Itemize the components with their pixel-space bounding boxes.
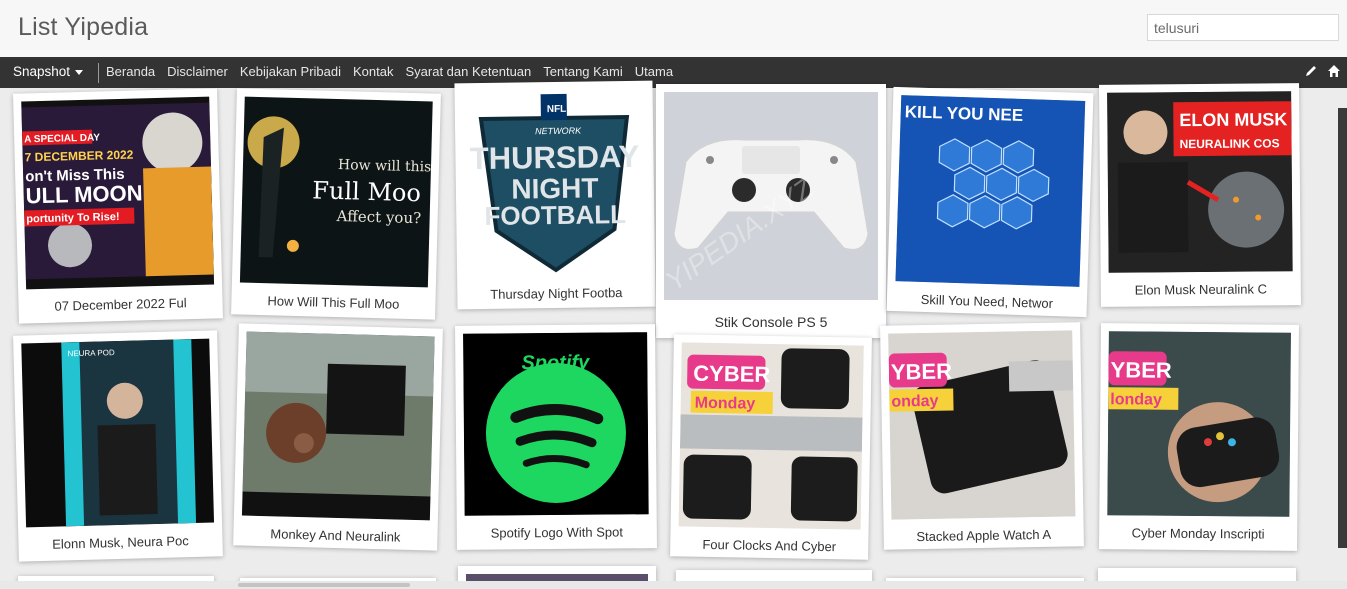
svg-text:ULL MOON: ULL MOON	[25, 180, 143, 208]
nav-link-kebijakan-pribadi[interactable]: Kebijakan Pribadi	[240, 64, 341, 79]
photo-card[interactable]: NFL NETWORK THURSDAY NIGHT FOOTBALL Thur…	[454, 80, 656, 310]
nav-link-utama[interactable]: Utama	[635, 64, 673, 79]
svg-text:Affect you?: Affect you?	[335, 207, 421, 227]
card-image-text: A SPECIAL DAY	[24, 132, 100, 145]
card-caption: Stacked Apple Watch A	[916, 526, 1052, 545]
scrollbar-thumb[interactable]	[238, 583, 410, 587]
home-icon[interactable]	[1327, 64, 1341, 78]
photo-card[interactable]: A SPECIAL DAY 7 DECEMBER 2022 on't Miss …	[13, 88, 223, 324]
pencil-icon[interactable]	[1304, 64, 1318, 78]
nav-link-tentang-kami[interactable]: Tentang Kami	[543, 64, 623, 79]
card-caption: Cyber Monday Inscripti	[1131, 525, 1265, 542]
card-caption: Monkey And Neuralink	[270, 526, 401, 545]
svg-text:onday: onday	[891, 393, 939, 411]
caret-down-icon	[75, 70, 84, 75]
card-image: CYBER Monday	[678, 342, 864, 530]
site-title[interactable]: List Yipedia	[18, 13, 148, 42]
card-caption: 07 December 2022 Ful	[54, 295, 187, 314]
card-image: YIPEDIA.XYZ	[664, 92, 878, 300]
photo-card[interactable]: YBER onday Stacked Apple Watch A	[880, 322, 1084, 550]
card-caption: Elonn Musk, Neura Poc	[52, 533, 189, 552]
card-caption: Skill You Need, Networ	[920, 291, 1054, 312]
photo-card[interactable]: CYBER Monday Four Clocks And Cyber	[670, 334, 872, 560]
card-image-text: Spotify	[521, 352, 590, 375]
card-image: Spotify	[463, 332, 649, 516]
card-image-text: NFL	[547, 104, 567, 115]
card-image: ELON MUSK NEURALINK COS	[1107, 91, 1293, 273]
card-image-text: KILL YOU NEE	[904, 102, 1023, 125]
svg-text:FOOTBALL: FOOTBALL	[484, 199, 626, 231]
card-caption: Thursday Night Footba	[490, 285, 623, 302]
card-image: YBER onday	[888, 330, 1076, 520]
card-image-text: How will this	[338, 157, 432, 175]
card-caption: Spotify Logo With Spot	[490, 524, 624, 541]
horizontal-scrollbar[interactable]	[0, 581, 1347, 589]
photo-card[interactable]: NEURA POD Elonn Musk, Neura Poc	[13, 330, 223, 562]
photo-card[interactable]: YBER londay Cyber Monday Inscripti	[1099, 323, 1299, 551]
nav-link-syarat-dan-ketentuan[interactable]: Syarat dan Ketentuan	[406, 64, 532, 79]
svg-text:NEURALINK COS: NEURALINK COS	[1179, 136, 1279, 151]
nav-link-beranda[interactable]: Beranda	[106, 64, 155, 79]
card-caption: How Will This Full Moo	[267, 293, 400, 312]
card-image-text: YBER	[1110, 357, 1171, 383]
nav-link-disclaimer[interactable]: Disclaimer	[167, 64, 228, 79]
snapshot-dropdown[interactable]: Snapshot	[13, 64, 84, 79]
card-image: YBER londay	[1107, 331, 1291, 517]
card-image: KILL YOU NEE	[895, 95, 1086, 287]
nav-link-kontak[interactable]: Kontak	[353, 64, 393, 79]
card-image: A SPECIAL DAY 7 DECEMBER 2022 on't Miss …	[21, 96, 215, 290]
photo-card[interactable]: KILL YOU NEE Skill You Need, Networ	[886, 86, 1094, 318]
photo-card[interactable]: ELON MUSK NEURALINK COS Elon Musk Neural…	[1099, 83, 1301, 307]
svg-text:portunity To Rise!: portunity To Rise!	[26, 211, 120, 225]
nav-divider	[98, 63, 99, 83]
svg-text:THURSDAY: THURSDAY	[470, 139, 640, 176]
card-image-text: CYBER	[693, 361, 771, 387]
svg-text:londay: londay	[1110, 391, 1162, 408]
card-image-text: YBER	[891, 359, 953, 385]
card-image	[241, 331, 435, 521]
scroll-strip[interactable]	[1338, 108, 1347, 548]
svg-text:Full Moo: Full Moo	[312, 176, 421, 207]
photo-card[interactable]: How will this Full Moo Affect you? How W…	[231, 88, 441, 320]
card-image-text: NEURA POD	[67, 348, 115, 358]
photo-card[interactable]: YIPEDIA.XYZ Stik Console PS 5	[656, 84, 886, 338]
card-image: NEURA POD	[21, 338, 215, 528]
svg-text:NETWORK: NETWORK	[535, 126, 582, 137]
card-caption: Four Clocks And Cyber	[702, 536, 837, 555]
svg-text:Monday: Monday	[695, 395, 756, 413]
card-caption: Stik Console PS 5	[714, 314, 828, 330]
nav-links: Beranda Disclaimer Kebijakan Pribadi Kon…	[106, 64, 673, 79]
card-image: NFL NETWORK THURSDAY NIGHT FOOTBALL	[462, 88, 648, 278]
photo-card[interactable]: Spotify Spotify Logo With Spot	[455, 324, 657, 550]
card-image: How will this Full Moo Affect you?	[239, 96, 433, 288]
photo-card[interactable]: Monkey And Neuralink	[233, 323, 443, 551]
nav-icons	[1304, 64, 1341, 78]
card-caption: Elon Musk Neuralink C	[1134, 281, 1267, 298]
snapshot-label: Snapshot	[13, 64, 71, 79]
search-input[interactable]	[1147, 14, 1339, 41]
site-header: List Yipedia	[0, 0, 1347, 57]
card-image-text: ELON MUSK	[1179, 109, 1287, 130]
svg-text:7 DECEMBER 2022: 7 DECEMBER 2022	[25, 148, 134, 165]
